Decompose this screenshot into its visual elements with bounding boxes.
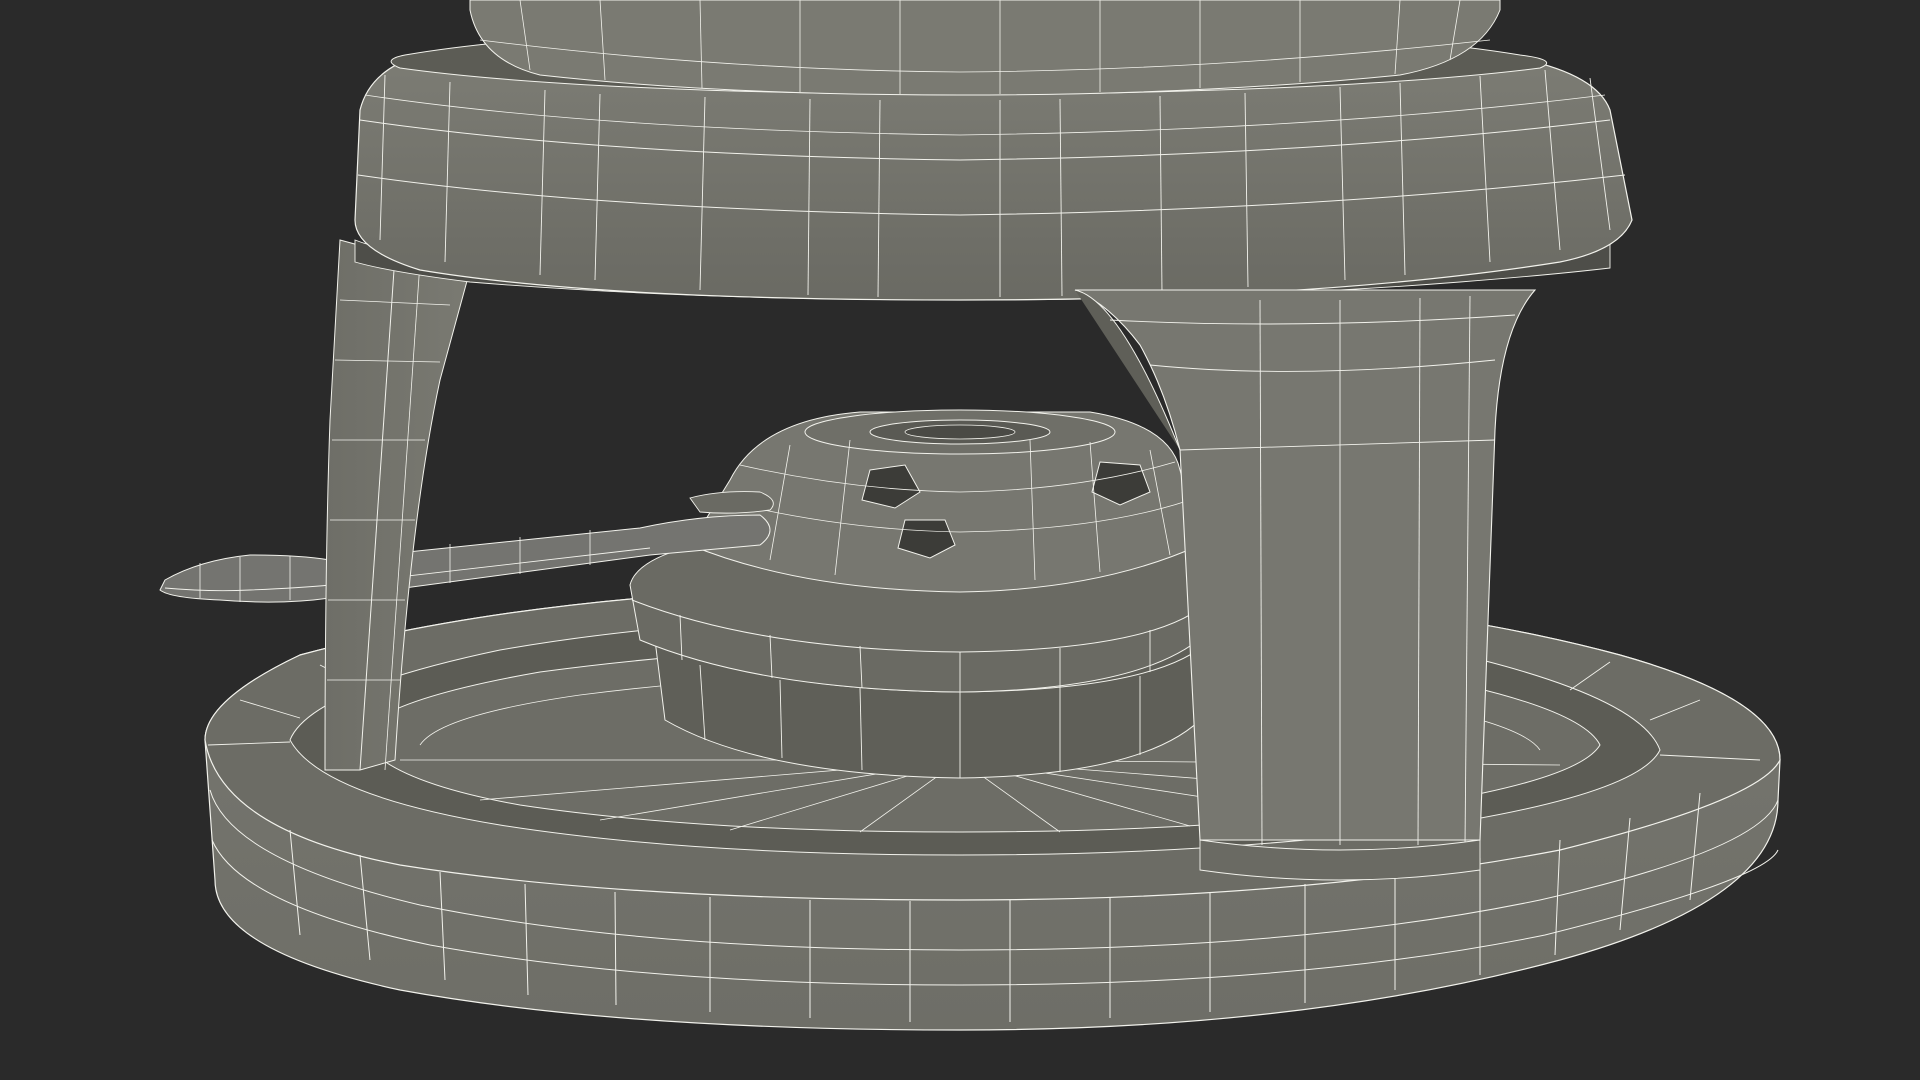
fondue-render [0, 0, 1920, 1080]
pot-support-ring [354, 0, 1633, 301]
render-viewport [0, 0, 1920, 1080]
